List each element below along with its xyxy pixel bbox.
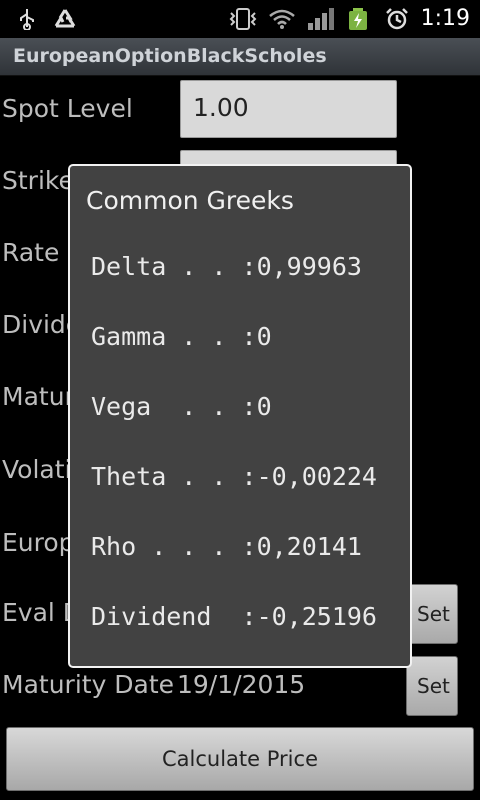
maturity-date-value: 19/1/2015 [177, 670, 306, 699]
clock-time: 1:19 [420, 6, 470, 31]
app-title: EuropeanOptionBlackScholes [13, 45, 327, 67]
eval-date-set-label: Set [417, 602, 450, 626]
greek-vega: Vega . . :0 [91, 392, 272, 421]
greek-theta: Theta . . :-0,00224 [91, 462, 377, 491]
eval-date-set-button[interactable]: Set [406, 584, 458, 644]
greek-delta: Delta . . :0,99963 [91, 252, 362, 281]
recycle-icon [54, 9, 76, 28]
common-greeks-dialog: Common Greeks Delta . . :0,99963 Gamma .… [68, 164, 412, 668]
greek-dividend: Dividend :-0,25196 [91, 602, 377, 631]
vibrate-icon [229, 8, 257, 30]
battery-charging-icon [349, 8, 367, 30]
wifi-icon [269, 9, 295, 29]
maturity-date-set-label: Set [417, 674, 450, 698]
signal-icon [308, 8, 334, 30]
maturity-label: Matur [2, 382, 75, 411]
european-price-label: Europ [2, 528, 75, 557]
rate-label: Rate [2, 238, 60, 267]
calculate-price-button[interactable]: Calculate Price [6, 727, 474, 791]
status-bar: 1:19 [0, 0, 480, 38]
alarm-icon [386, 8, 408, 30]
maturity-date-set-button[interactable]: Set [406, 656, 458, 716]
greek-rho: Rho . . . :0,20141 [91, 532, 362, 561]
app-title-bar: EuropeanOptionBlackScholes [0, 38, 480, 76]
dialog-title: Common Greeks [86, 186, 294, 215]
spot-level-label: Spot Level [2, 94, 133, 123]
greek-gamma: Gamma . . :0 [91, 322, 272, 351]
spot-level-value: 1.00 [193, 93, 249, 122]
spot-level-input[interactable]: 1.00 [180, 80, 397, 138]
volatility-label: Volati [2, 455, 72, 484]
strike-label: Strike [2, 166, 74, 195]
maturity-date-label: Maturity Date [2, 670, 175, 699]
usb-icon [20, 9, 34, 30]
calculate-price-label: Calculate Price [162, 747, 318, 771]
